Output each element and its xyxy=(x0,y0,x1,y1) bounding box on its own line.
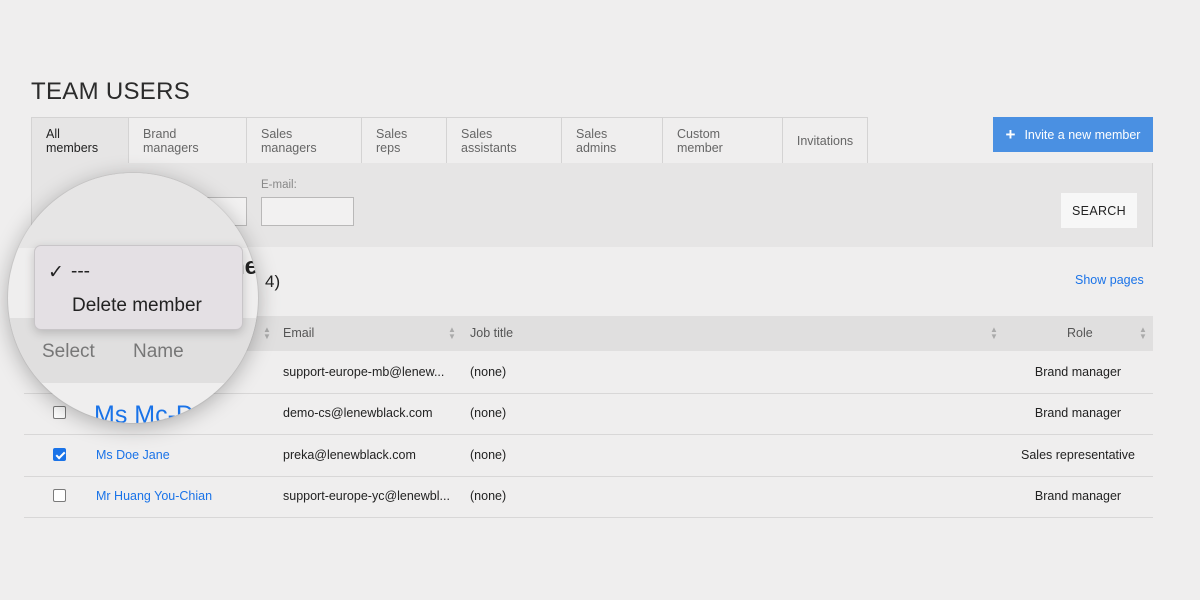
role-cell: Brand manager xyxy=(1034,489,1122,503)
tab-sales-managers[interactable]: Sales managers xyxy=(247,118,362,164)
plus-icon: + xyxy=(1005,125,1016,144)
show-pages-link[interactable]: Show pages xyxy=(1075,273,1144,287)
sort-email-icon[interactable]: ▲ ▼ xyxy=(448,326,456,341)
column-email[interactable]: Email xyxy=(283,316,314,351)
search-button[interactable]: SEARCH xyxy=(1061,193,1137,228)
magnifier-lens: ne Select Name Ms Mc-D ✓ --- Delete memb… xyxy=(8,173,258,423)
menu-item-delete-member[interactable]: Delete member xyxy=(72,295,202,317)
member-tabs: All members Brand managers Sales manager… xyxy=(31,117,868,165)
sort-job-title-icon[interactable]: ▲ ▼ xyxy=(990,326,998,341)
tab-sales-assistants[interactable]: Sales assistants xyxy=(447,118,562,164)
magnified-filter-panel xyxy=(8,173,258,248)
member-name-link[interactable]: Mr Huang You-Chian xyxy=(96,476,212,517)
table-row: Mr Huang You-Chian support-europe-yc@len… xyxy=(24,476,1153,518)
email-cell: support-europe-mb@lenew... xyxy=(283,365,445,379)
tab-sales-reps[interactable]: Sales reps xyxy=(362,118,447,164)
sort-name-icon[interactable]: ▲ ▼ xyxy=(263,326,271,341)
tab-invitations[interactable]: Invitations xyxy=(783,118,867,164)
job-title-cell: (none) xyxy=(470,489,507,503)
invite-member-button[interactable]: + Invite a new member xyxy=(993,117,1153,152)
role-cell: Sales representative xyxy=(1021,448,1135,462)
magnified-select-column: Select xyxy=(42,341,95,362)
tab-brand-managers[interactable]: Brand managers xyxy=(129,118,247,164)
email-filter-label: E-mail: xyxy=(261,179,297,191)
role-cell: Brand manager xyxy=(1034,365,1122,379)
email-cell: support-europe-yc@lenewbl... xyxy=(283,489,450,503)
checkmark-icon: ✓ xyxy=(48,262,64,283)
row-select-checkbox[interactable] xyxy=(53,448,66,461)
page-title: TEAM USERS xyxy=(31,78,191,105)
tab-sales-admins[interactable]: Sales admins xyxy=(562,118,663,164)
bulk-action-dropdown[interactable]: ✓ --- Delete member xyxy=(34,245,243,330)
row-select-checkbox[interactable] xyxy=(53,489,66,502)
member-name-link[interactable]: Ms Doe Jane xyxy=(96,435,170,476)
email-cell: demo-cs@lenewblack.com xyxy=(283,406,433,420)
magnified-row-name: Ms Mc-D xyxy=(94,401,194,423)
column-job-title[interactable]: Job title xyxy=(470,316,513,351)
job-title-cell: (none) xyxy=(470,365,507,379)
invite-member-label: Invite a new member xyxy=(1024,127,1141,142)
job-title-cell: (none) xyxy=(470,448,507,462)
table-row: Ms Doe Jane preka@lenewblack.com (none) … xyxy=(24,435,1153,477)
column-role[interactable]: Role xyxy=(1067,316,1093,351)
tab-custom-member[interactable]: Custom member xyxy=(663,118,783,164)
email-filter-input[interactable] xyxy=(261,197,354,226)
job-title-cell: (none) xyxy=(470,406,507,420)
magnified-name-column: Name xyxy=(133,341,184,362)
menu-item-none[interactable]: --- xyxy=(71,261,90,283)
role-cell: Brand manager xyxy=(1034,406,1122,420)
email-cell: preka@lenewblack.com xyxy=(283,448,416,462)
sort-role-icon[interactable]: ▲ ▼ xyxy=(1139,326,1147,341)
members-count: 4) xyxy=(265,272,281,291)
tab-all-members[interactable]: All members xyxy=(32,118,129,164)
